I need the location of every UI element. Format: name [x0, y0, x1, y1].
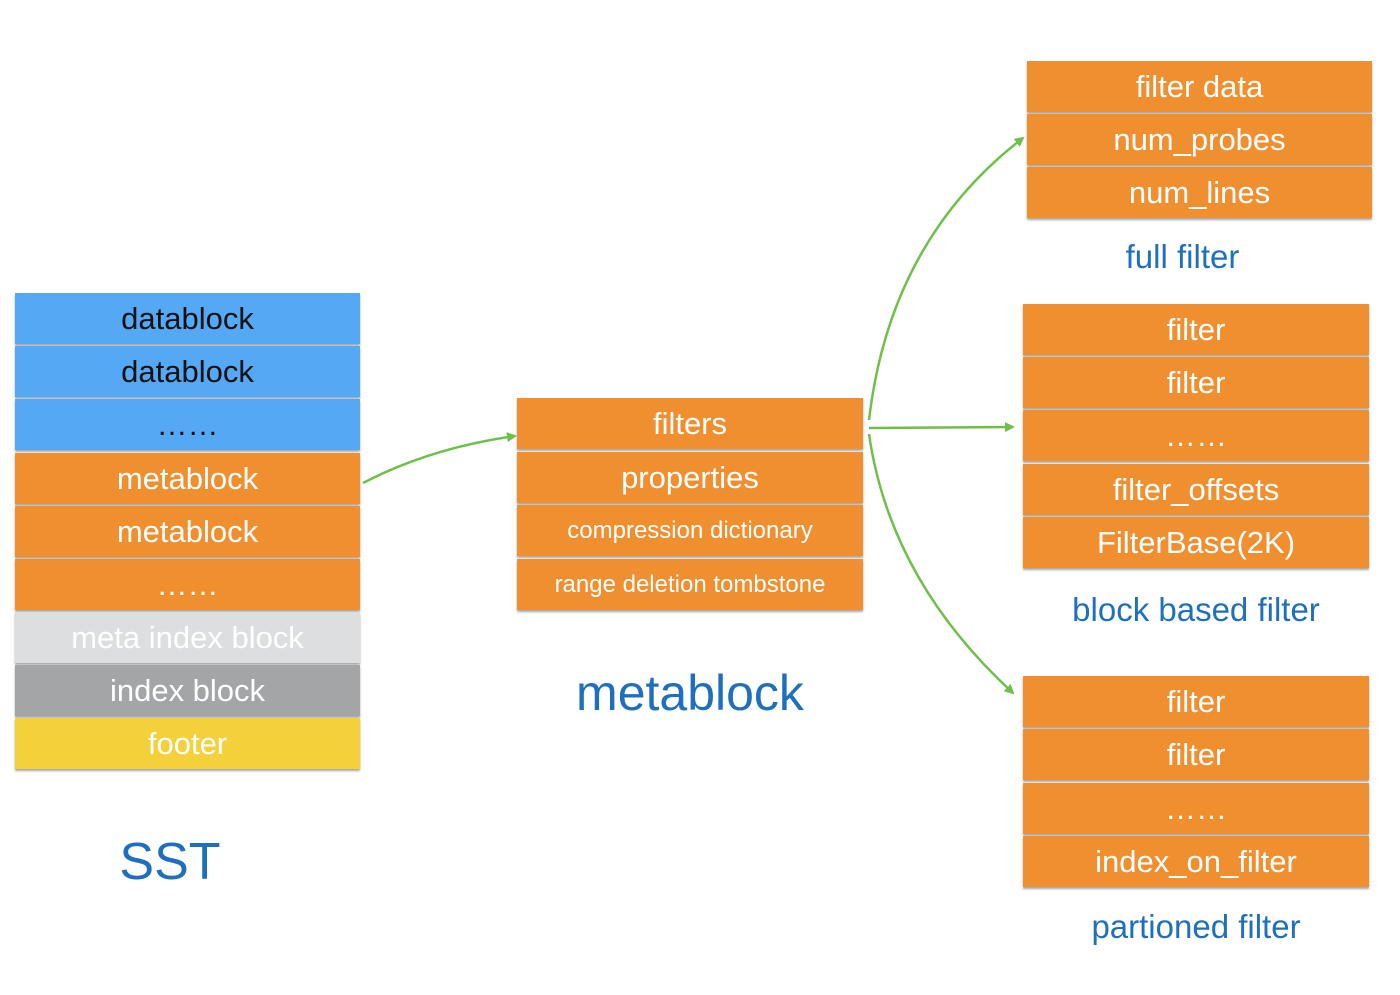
block-based-filter-item: filter: [1023, 304, 1369, 355]
block-based-filter-item: FilterBase(2K): [1023, 517, 1369, 568]
full-filter-item: filter data: [1027, 61, 1372, 112]
metablock-item: range deletion tombstone: [517, 559, 863, 610]
partitioned-filter-title: partioned filter: [1091, 908, 1301, 945]
arrow-filters-to-full-filter: [867, 136, 1025, 421]
partitioned-filter-item: filter: [1023, 729, 1369, 780]
partitioned-filter-item: filter: [1023, 676, 1369, 727]
arrow-sst-to-metablock: [362, 432, 517, 485]
full-filter-title: full filter: [1125, 238, 1240, 275]
sst-block: ……: [15, 399, 360, 450]
partitioned-filter-item: index_on_filter: [1023, 836, 1369, 887]
sst-block: footer: [15, 718, 360, 769]
metablock-item: compression dictionary: [517, 505, 863, 556]
metablock-item: filters: [517, 398, 863, 449]
block-based-filter-item: ……: [1023, 410, 1369, 461]
sst-block: index block: [15, 665, 360, 716]
partitioned-filter-stack: filter filter …… index_on_filter: [1023, 676, 1369, 889]
block-based-filter-title: block based filter: [1072, 591, 1320, 628]
sst-stack: datablock datablock …… metablock metablo…: [15, 293, 360, 771]
partitioned-filter-item: ……: [1023, 783, 1369, 834]
sst-block: datablock: [15, 346, 360, 397]
sst-block: datablock: [15, 293, 360, 344]
block-based-filter-item: filter: [1023, 357, 1369, 408]
sst-block: metablock: [15, 453, 360, 504]
arrow-filters-to-partitioned-filter: [867, 433, 1015, 695]
metablock-stack: filters properties compression dictionar…: [517, 398, 863, 610]
full-filter-stack: filter data num_probes num_lines: [1027, 61, 1372, 219]
metablock-item: properties: [517, 452, 863, 503]
sst-block: metablock: [15, 506, 360, 557]
sst-block: ……: [15, 559, 360, 610]
full-filter-item: num_lines: [1027, 167, 1372, 218]
block-based-filter-item: filter_offsets: [1023, 464, 1369, 515]
sst-title: SST: [119, 833, 221, 891]
arrow-filters-to-block-based-filter: [868, 422, 1015, 433]
sst-block: meta index block: [15, 612, 360, 663]
full-filter-item: num_probes: [1027, 114, 1372, 165]
metablock-title: metablock: [576, 665, 804, 721]
block-based-filter-stack: filter filter …… filter_offsets FilterBa…: [1023, 304, 1369, 570]
